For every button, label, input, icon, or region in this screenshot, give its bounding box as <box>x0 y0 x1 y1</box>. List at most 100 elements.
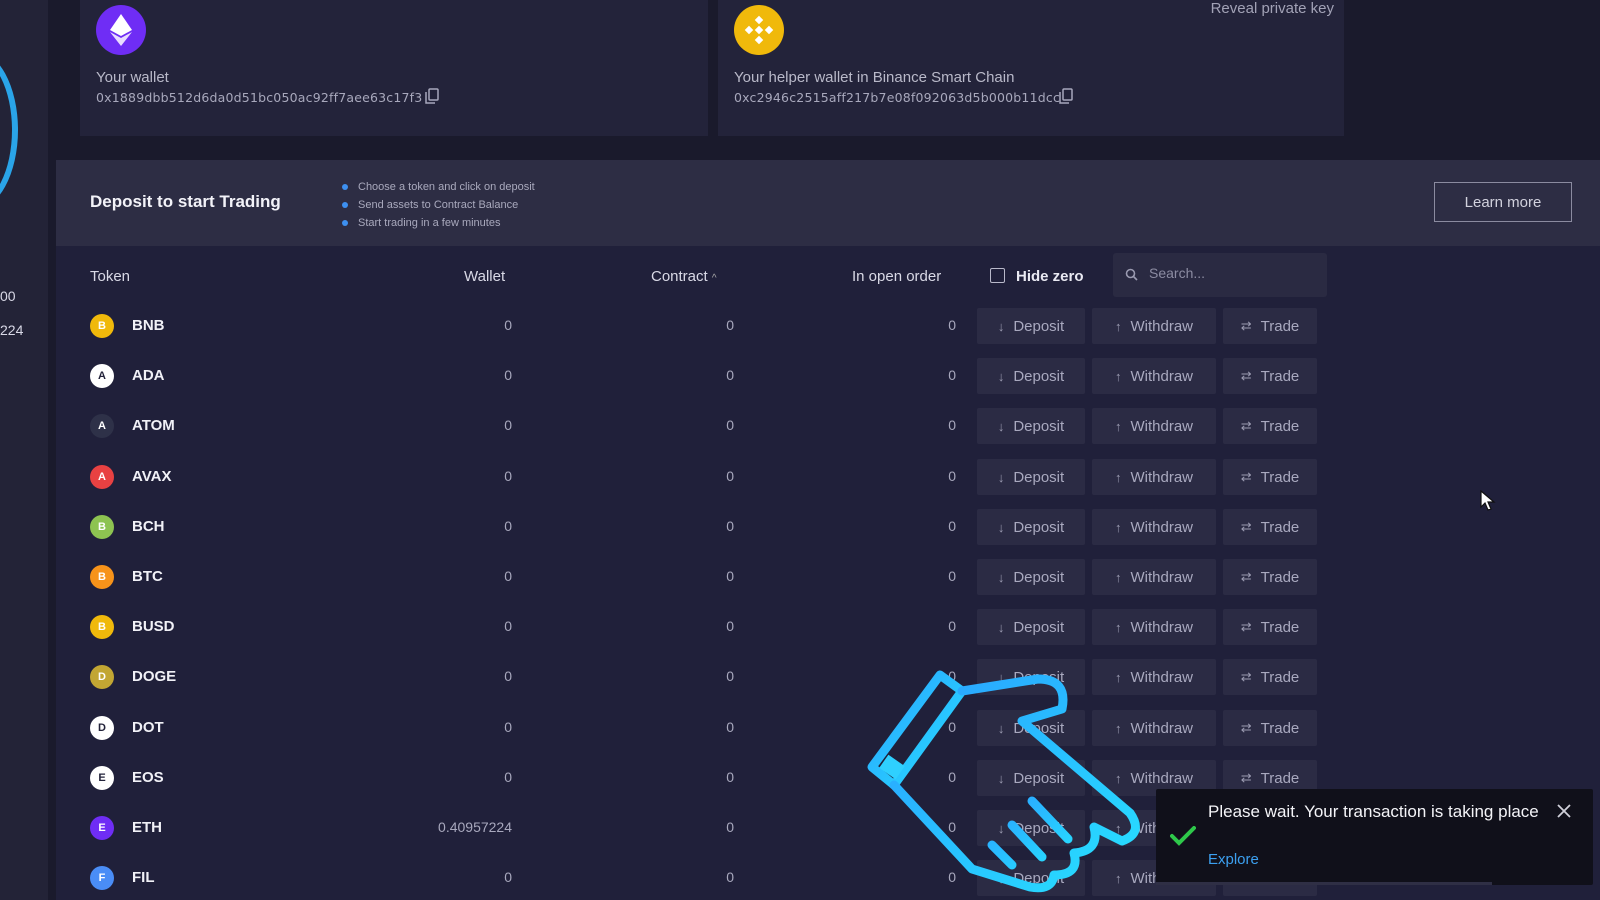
pointing-hand-icon <box>867 670 1140 893</box>
copy-icon[interactable] <box>425 88 439 104</box>
wallet-balance: 0.40957224 <box>438 819 512 835</box>
deposit-label: Deposit <box>1013 468 1065 486</box>
contract-balance: 0 <box>726 568 734 584</box>
wallet-balance: 0 <box>504 468 512 484</box>
token-symbol: DOT <box>132 719 164 736</box>
arrow-down-icon: ↓ <box>997 418 1005 434</box>
trade-button[interactable]: ⇄ Trade <box>1223 710 1317 746</box>
wallet-balance: 0 <box>504 317 512 333</box>
toast-message: Please wait. Your transaction is taking … <box>1208 802 1539 821</box>
step-item: Send assets to Contract Balance <box>342 196 535 214</box>
copy-icon[interactable] <box>1059 88 1073 104</box>
header-contract[interactable]: Contract ^ <box>651 268 717 285</box>
search-box <box>1113 253 1327 297</box>
search-icon <box>1125 268 1138 286</box>
trade-button[interactable]: ⇄ Trade <box>1223 358 1317 394</box>
contract-balance: 0 <box>726 468 734 484</box>
trade-button[interactable]: ⇄ Trade <box>1223 559 1317 595</box>
withdraw-button[interactable]: ↑ Withdraw <box>1092 358 1216 394</box>
trade-label: Trade <box>1260 668 1300 686</box>
helper-wallet-address: 0xc2946c2515aff217b7e08f092063d5b000b11d… <box>734 90 1061 105</box>
toast-progress-bar <box>1156 882 1493 885</box>
token-symbol: BUSD <box>132 618 175 635</box>
trade-label: Trade <box>1260 317 1300 335</box>
wallet-balance: 0 <box>504 618 512 634</box>
table-row: A ADA 0 0 0 ↓ Deposit ↑ Withdraw ⇄ Trade <box>0 351 1600 401</box>
deposit-button[interactable]: ↓ Deposit <box>977 459 1085 495</box>
learn-more-button[interactable]: Learn more <box>1434 182 1572 222</box>
contract-balance: 0 <box>726 417 734 433</box>
open-order-balance: 0 <box>948 417 956 433</box>
trade-button[interactable]: ⇄ Trade <box>1223 659 1317 695</box>
withdraw-label: Withdraw <box>1130 367 1193 385</box>
trade-button[interactable]: ⇄ Trade <box>1223 408 1317 444</box>
hide-zero-checkbox[interactable] <box>990 268 1005 283</box>
close-icon[interactable] <box>1556 803 1572 824</box>
transaction-toast: Please wait. Your transaction is taking … <box>1156 789 1593 885</box>
hide-zero-label[interactable]: Hide zero <box>1016 268 1084 285</box>
withdraw-button[interactable]: ↑ Withdraw <box>1092 609 1216 645</box>
open-order-balance: 0 <box>948 468 956 484</box>
bullet-icon <box>342 184 348 190</box>
header-in-open-order[interactable]: In open order <box>852 268 941 285</box>
wallet-balance: 0 <box>504 668 512 684</box>
bch-icon: B <box>90 515 114 539</box>
withdraw-button[interactable]: ↑ Withdraw <box>1092 408 1216 444</box>
explore-link[interactable]: Explore <box>1208 851 1259 868</box>
withdraw-button[interactable]: ↑ Withdraw <box>1092 509 1216 545</box>
wallet-address: 0x1889dbb512d6da0d51bc050ac92ff7aee63c17… <box>96 90 423 105</box>
eth-icon <box>96 5 146 55</box>
arrow-down-icon: ↓ <box>997 619 1005 635</box>
table-row: D DOGE 0 0 0 ↓ Deposit ↑ Withdraw ⇄ Trade <box>0 652 1600 702</box>
deposit-button[interactable]: ↓ Deposit <box>977 308 1085 344</box>
trade-button[interactable]: ⇄ Trade <box>1223 459 1317 495</box>
swap-arrows-icon: ⇄ <box>1240 720 1252 735</box>
swap-arrows-icon: ⇄ <box>1240 569 1252 584</box>
wallet-balance: 0 <box>504 568 512 584</box>
trade-label: Trade <box>1260 719 1300 737</box>
arrow-up-icon: ↑ <box>1114 418 1122 434</box>
arrow-up-icon: ↑ <box>1114 368 1122 384</box>
withdraw-button[interactable]: ↑ Withdraw <box>1092 559 1216 595</box>
arrow-down-icon: ↓ <box>997 469 1005 485</box>
arrow-up-icon: ↑ <box>1114 469 1122 485</box>
withdraw-label: Withdraw <box>1130 468 1193 486</box>
dot-icon: D <box>90 716 114 740</box>
table-row: A ATOM 0 0 0 ↓ Deposit ↑ Withdraw ⇄ Trade <box>0 401 1600 451</box>
trade-label: Trade <box>1260 417 1300 435</box>
token-symbol: EOS <box>132 769 164 786</box>
deposit-button[interactable]: ↓ Deposit <box>977 408 1085 444</box>
busd-icon: B <box>90 615 114 639</box>
withdraw-label: Withdraw <box>1130 417 1193 435</box>
wallet-label: Your wallet <box>96 69 169 86</box>
withdraw-button[interactable]: ↑ Withdraw <box>1092 308 1216 344</box>
deposit-button[interactable]: ↓ Deposit <box>977 559 1085 595</box>
contract-balance: 0 <box>726 518 734 534</box>
bullet-icon <box>342 220 348 226</box>
arrow-down-icon: ↓ <box>997 569 1005 585</box>
header-wallet[interactable]: Wallet <box>464 268 505 285</box>
table-row: D DOT 0 0 0 ↓ Deposit ↑ Withdraw ⇄ Trade <box>0 703 1600 753</box>
trade-button[interactable]: ⇄ Trade <box>1223 509 1317 545</box>
wallet-card: Your wallet 0x1889dbb512d6da0d51bc050ac9… <box>80 0 708 136</box>
withdraw-label: Withdraw <box>1130 618 1193 636</box>
balance-ring-chart <box>0 50 18 210</box>
step-text: Choose a token and click on deposit <box>358 181 535 193</box>
search-input[interactable] <box>1149 265 1309 281</box>
bullet-icon <box>342 202 348 208</box>
deposit-button[interactable]: ↓ Deposit <box>977 358 1085 394</box>
token-symbol: BTC <box>132 568 163 585</box>
withdraw-button[interactable]: ↑ Withdraw <box>1092 459 1216 495</box>
header-token[interactable]: Token <box>90 268 130 285</box>
deposit-label: Deposit <box>1013 417 1065 435</box>
wallet-balance: 0 <box>504 367 512 383</box>
deposit-button[interactable]: ↓ Deposit <box>977 509 1085 545</box>
trade-button[interactable]: ⇄ Trade <box>1223 308 1317 344</box>
swap-arrows-icon: ⇄ <box>1240 669 1252 684</box>
step-text: Send assets to Contract Balance <box>358 199 519 211</box>
eos-icon: E <box>90 766 114 790</box>
reveal-private-key-link[interactable]: Reveal private key <box>1211 0 1334 17</box>
deposit-button[interactable]: ↓ Deposit <box>977 609 1085 645</box>
trade-button[interactable]: ⇄ Trade <box>1223 609 1317 645</box>
banner-title: Deposit to start Trading <box>90 192 281 211</box>
